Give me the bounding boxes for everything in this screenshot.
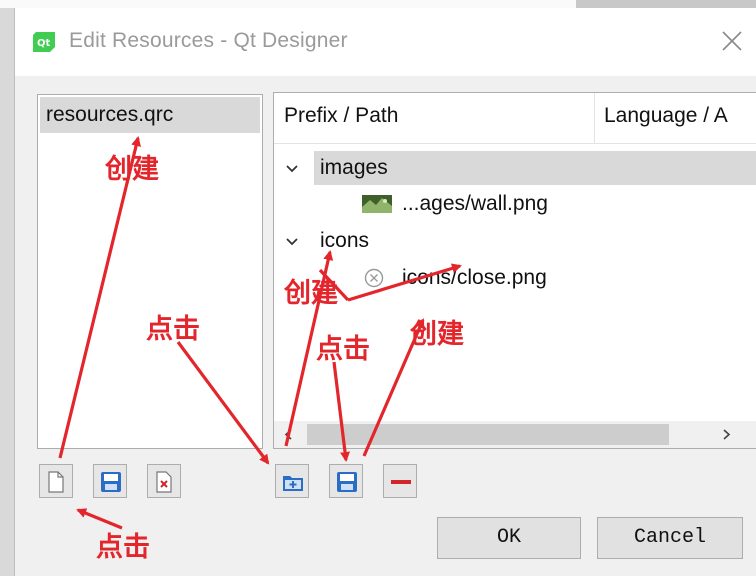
tree-row-label: images — [320, 156, 388, 179]
background-strip — [0, 0, 756, 8]
remove-resource-file-button[interactable] — [147, 464, 181, 498]
title-bar: Qt Edit Resources - Qt Designer — [15, 8, 756, 76]
tree-row-label: icons — [320, 229, 370, 252]
edit-resources-dialog: Qt Edit Resources - Qt Designer resource… — [14, 8, 756, 576]
save-disk-icon — [101, 472, 121, 492]
tree-row-label: icons/close.png — [402, 266, 547, 289]
scroll-left-icon[interactable] — [284, 429, 292, 440]
remove-file-icon — [156, 471, 172, 493]
tree-row-wall-png[interactable]: ...ages/wall.png — [274, 187, 756, 223]
add-prefix-button[interactable] — [275, 464, 309, 498]
resource-tree[interactable]: Prefix / Path Language / A images ...age… — [273, 92, 756, 449]
minus-icon — [391, 480, 411, 484]
tree-row-images[interactable]: images — [274, 151, 756, 187]
window-title: Edit Resources - Qt Designer — [69, 29, 348, 52]
header-separator — [594, 93, 595, 143]
tree-row-close-png[interactable]: icons/close.png — [274, 261, 756, 297]
add-folder-icon — [283, 476, 303, 491]
remove-button[interactable] — [383, 464, 417, 498]
resource-file-item[interactable]: resources.qrc — [40, 97, 260, 133]
scroll-right-icon[interactable] — [723, 429, 731, 440]
scrollbar-thumb[interactable] — [307, 424, 669, 445]
tree-row-icons[interactable]: icons — [274, 224, 756, 260]
background-window — [576, 0, 756, 8]
tree-row-label: ...ages/wall.png — [402, 192, 548, 215]
qt-logo-text: Qt — [37, 38, 51, 49]
qt-logo-icon: Qt — [33, 32, 55, 52]
new-resource-file-button[interactable] — [39, 464, 73, 498]
new-file-icon — [48, 471, 64, 493]
header-prefix-path[interactable]: Prefix / Path — [284, 104, 398, 128]
horizontal-scrollbar[interactable] — [274, 421, 756, 448]
tree-header: Prefix / Path Language / A — [274, 93, 756, 144]
header-language[interactable]: Language / A — [604, 104, 728, 128]
resource-file-list[interactable]: resources.qrc — [37, 94, 263, 449]
chevron-down-icon[interactable] — [286, 163, 298, 175]
chevron-down-icon[interactable] — [286, 236, 298, 248]
add-files-button[interactable] — [329, 464, 363, 498]
close-icon[interactable] — [721, 30, 743, 52]
ok-button[interactable]: OK — [437, 517, 581, 559]
cancel-button[interactable]: Cancel — [597, 517, 743, 559]
save-disk-icon — [337, 472, 357, 492]
close-circle-icon — [364, 268, 384, 288]
image-thumbnail-icon — [362, 195, 392, 213]
open-resource-file-button[interactable] — [93, 464, 127, 498]
